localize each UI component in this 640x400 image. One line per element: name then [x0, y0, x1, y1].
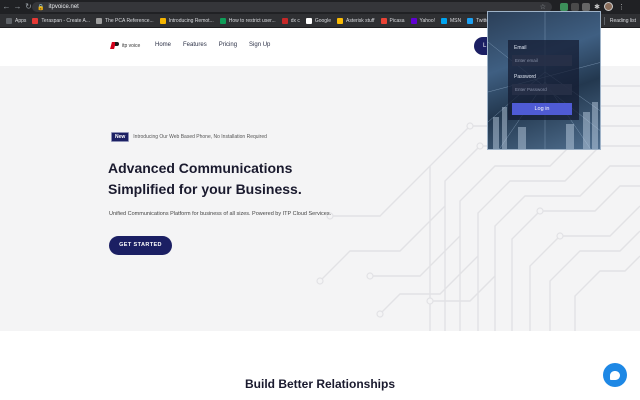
bookmark-item[interactable]: How to restrict user...: [219, 17, 276, 24]
bookmark-item[interactable]: Apps: [6, 17, 27, 24]
reading-list[interactable]: Reading list: [603, 14, 636, 28]
hero-title: Advanced Communications Simplified for y…: [108, 158, 368, 200]
bookmark-favicon-icon: [281, 17, 288, 24]
logo-mark-icon: [111, 41, 120, 50]
bookmark-label: How to restrict user...: [228, 17, 276, 24]
hero-title-line2: Simplified for your Business.: [108, 181, 302, 197]
menu-icon[interactable]: ⋮: [618, 3, 625, 11]
bookmark-item[interactable]: Yahoo!: [410, 17, 436, 24]
bookmark-item[interactable]: MSN: [441, 17, 462, 24]
main-nav: Home Features Pricing Sign Up: [155, 42, 282, 48]
bookmark-favicon-icon: [305, 17, 312, 24]
hero-subtitle: Unified Communications Platform for busi…: [109, 211, 332, 217]
chat-icon: [610, 370, 620, 380]
nav-sign-up[interactable]: Sign Up: [249, 42, 270, 48]
popup-login-button[interactable]: Log in: [512, 103, 572, 115]
bookmark-label: MSN: [450, 17, 462, 24]
bookmark-favicon-icon: [380, 17, 387, 24]
back-icon[interactable]: ←: [2, 0, 11, 14]
bookmark-favicon-icon: [32, 17, 39, 24]
bookmark-label: Teraspan - Create A...: [41, 17, 91, 24]
lock-icon: 🔒: [37, 4, 45, 11]
get-started-button[interactable]: GET STARTED: [109, 236, 172, 255]
bookmark-item[interactable]: Picasa: [380, 17, 405, 24]
separator: [603, 17, 605, 25]
url-text: itpvoice.net: [48, 4, 79, 10]
bookmark-favicon-icon: [96, 17, 103, 24]
bookmark-item[interactable]: dx c: [281, 17, 300, 24]
nav-pricing[interactable]: Pricing: [219, 42, 237, 48]
extension-icon[interactable]: [571, 2, 579, 11]
bookmark-item[interactable]: The PCA Reference...: [96, 17, 154, 24]
email-field[interactable]: [512, 55, 572, 66]
hero-title-line1: Advanced Communications: [108, 160, 293, 176]
email-label: Email: [514, 45, 527, 51]
password-label: Password: [514, 74, 536, 80]
bookmark-label: dx c: [290, 17, 300, 24]
announcement-text: Introducing Our Web Based Phone, No Inst…: [133, 134, 267, 140]
extension-login-popup: Email Password Log in: [487, 11, 601, 150]
extensions-area: ✱ ⋮: [560, 2, 625, 11]
new-badge: New: [111, 132, 130, 142]
bookmark-favicon-icon: [159, 17, 166, 24]
announcement-badge[interactable]: New Introducing Our Web Based Phone, No …: [111, 132, 267, 142]
bookmark-favicon-icon: [467, 17, 474, 24]
bookmark-favicon-icon: [219, 17, 226, 24]
reading-list-label: Reading list: [609, 18, 636, 24]
bookmark-label: Asterisk stuff: [345, 17, 375, 24]
puzzle-icon[interactable]: ✱: [593, 3, 601, 11]
bookmark-label: Picasa: [389, 17, 405, 24]
bookmark-label: Yahoo!: [419, 17, 436, 24]
bookmark-item[interactable]: Asterisk stuff: [336, 17, 375, 24]
nav-features[interactable]: Features: [183, 42, 207, 48]
bookmark-favicon-icon: [441, 17, 448, 24]
bookmark-item[interactable]: Teraspan - Create A...: [32, 17, 91, 24]
address-bar[interactable]: 🔒 itpvoice.net ☆: [32, 2, 552, 12]
bookmark-label: The PCA Reference...: [105, 17, 154, 24]
logo-text: itp voice: [122, 42, 141, 49]
bookmark-label: Google: [314, 17, 331, 24]
profile-avatar[interactable]: [604, 2, 613, 11]
bookmarks-list: Apps Teraspan - Create A... The PCA Refere…: [0, 17, 528, 24]
section-title: Build Better Relationships: [244, 377, 396, 391]
forward-icon[interactable]: →: [13, 0, 22, 14]
password-field[interactable]: [512, 84, 572, 95]
bookmark-label: Introducing Remot...: [168, 17, 214, 24]
login-form: Email Password Log in: [508, 40, 579, 120]
bookmark-item[interactable]: Google: [305, 17, 331, 24]
extension-icon[interactable]: [560, 2, 568, 11]
bookmark-favicon-icon: [6, 17, 12, 24]
bookmark-favicon-icon: [336, 17, 343, 24]
chat-widget-button[interactable]: [603, 363, 627, 387]
site-logo[interactable]: itp voice: [111, 41, 140, 50]
bookmark-favicon-icon: [410, 17, 417, 24]
nav-home[interactable]: Home: [155, 42, 171, 48]
bookmark-star-icon[interactable]: ☆: [540, 3, 546, 11]
bookmark-item[interactable]: Introducing Remot...: [159, 17, 214, 24]
itp-extension-icon[interactable]: [582, 2, 590, 11]
bookmark-label: Apps: [15, 17, 27, 24]
